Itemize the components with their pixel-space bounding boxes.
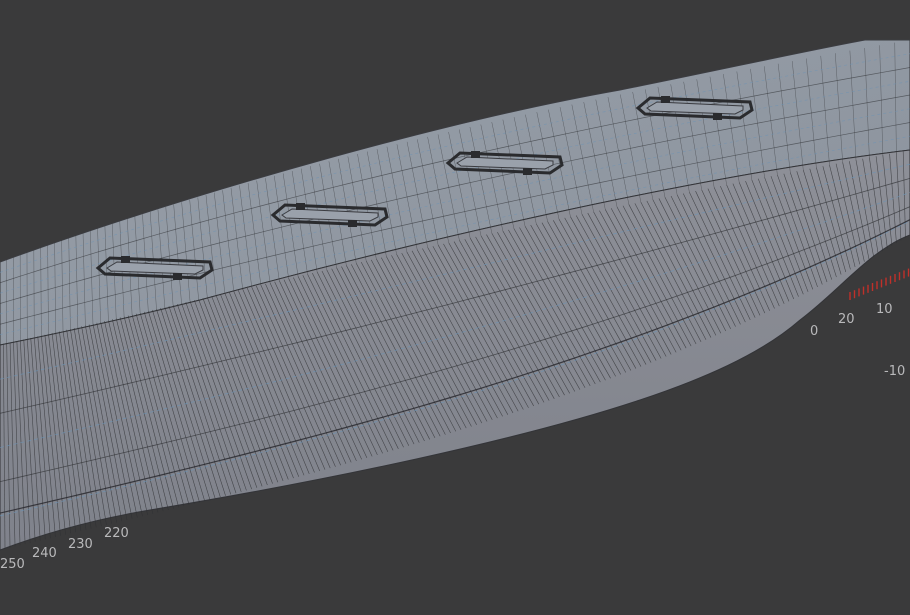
axis-label-240: 240 <box>32 546 57 561</box>
axis-label-220: 220 <box>104 526 129 541</box>
3d-viewport[interactable]: 250 240 230 220 20 10 0 -10 <box>0 0 910 615</box>
ship-hull-model[interactable] <box>0 0 910 615</box>
axis-label-230: 230 <box>68 537 93 552</box>
axis-label-10: 10 <box>876 302 893 317</box>
axis-label-20: 20 <box>838 312 855 327</box>
axis-label-250: 250 <box>0 557 25 572</box>
axis-label-0: 0 <box>810 324 819 339</box>
axis-label-minus-10: -10 <box>884 364 906 379</box>
axis-ticks <box>849 268 910 300</box>
